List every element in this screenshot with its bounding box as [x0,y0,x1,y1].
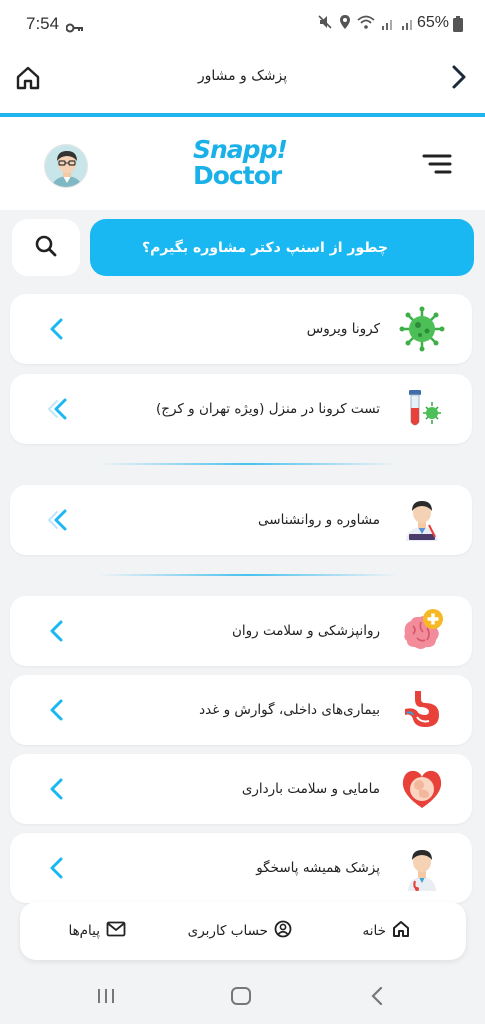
category-label: پزشک همیشه پاسخگو [256,860,380,876]
category-label: تست کرونا در منزل (ویژه تهران و کرج) [156,401,380,417]
search-icon [34,234,58,262]
chevron-left-icon [48,619,64,647]
recent-apps-icon[interactable] [96,986,116,1010]
double-chevron-left-icon [46,397,68,425]
menu-icon[interactable] [422,153,452,179]
how-to-consult-button[interactable]: چطور از اسنپ دکتر مشاوره بگیرم؟ [90,219,474,276]
chevron-left-icon [48,777,64,805]
back-button-icon[interactable] [370,986,384,1010]
pregnancy-icon [398,766,446,812]
bottom-nav: خانه حساب کاربری پیام‌ها [20,902,466,960]
app-header: Snapp! Doctor [0,117,485,210]
nav-home[interactable]: خانه [363,902,410,960]
category-card-always-doctor[interactable]: پزشک همیشه پاسخگو [10,833,472,903]
battery-level: 65% [416,14,449,31]
page-title: پزشک و مشاور [197,68,288,84]
system-nav-bar [0,966,485,1024]
doctor-icon [398,845,446,891]
home-icon [392,920,410,942]
category-card-counseling[interactable]: مشاوره و روانشناسی [10,485,472,555]
category-card-internal[interactable]: بیماری‌های داخلی، گوارش و غدد [10,675,472,745]
key-icon [65,18,84,37]
location-icon [339,14,351,34]
web-header: پزشک و مشاور [0,48,485,114]
category-label: کرونا ویروس [306,321,380,337]
how-to-consult-label: چطور از اسنپ دکتر مشاوره بگیرم؟ [141,239,388,256]
nav-account-label: حساب کاربری [187,923,268,939]
snapp-doctor-logo: Snapp! Doctor [193,137,303,189]
category-card-midwifery[interactable]: مامایی و سلامت بارداری [10,754,472,824]
chevron-left-icon [48,698,64,726]
status-bar: 7:54 65% [0,0,485,48]
doctor-avatar[interactable] [44,144,88,188]
mute-icon [317,14,333,34]
chevron-left-icon [48,856,64,884]
logo-line2: Doctor [193,161,282,190]
category-label: مشاوره و روانشناسی [258,512,380,528]
category-label: بیماری‌های داخلی، گوارش و غدد [199,702,380,718]
category-label: مامایی و سلامت بارداری [241,781,380,797]
section-divider [98,574,398,576]
nav-messages[interactable]: پیام‌ها [68,902,126,960]
virus-icon [398,306,446,352]
nav-account[interactable]: حساب کاربری [188,902,292,960]
nav-messages-label: پیام‌ها [68,923,100,939]
user-circle-icon [274,920,292,942]
mail-icon [106,921,126,941]
logo-line1: Snapp! [193,135,288,164]
chevron-right-icon[interactable] [451,64,467,94]
stomach-icon [398,687,446,733]
chevron-left-icon [48,317,64,345]
double-chevron-left-icon [46,508,68,536]
battery-icon [453,16,463,36]
category-card-corona[interactable]: کرونا ویروس [10,294,472,364]
wifi-icon [357,14,375,34]
section-divider [98,463,398,465]
search-button[interactable] [12,219,80,276]
status-time: 7:54 [26,14,60,33]
test-tube-icon [398,386,446,432]
category-card-home-test[interactable]: تست کرونا در منزل (ویژه تهران و کرج) [10,374,472,444]
counselor-icon [398,497,446,543]
category-card-psychiatry[interactable]: روانپزشکی و سلامت روان [10,596,472,666]
home-button-icon[interactable] [230,986,252,1010]
brain-icon [398,608,446,654]
signal-icon [401,15,415,34]
signal-icon [381,15,395,34]
category-label: روانپزشکی و سلامت روان [231,623,380,639]
nav-home-label: خانه [362,923,386,939]
status-icons [317,14,415,34]
